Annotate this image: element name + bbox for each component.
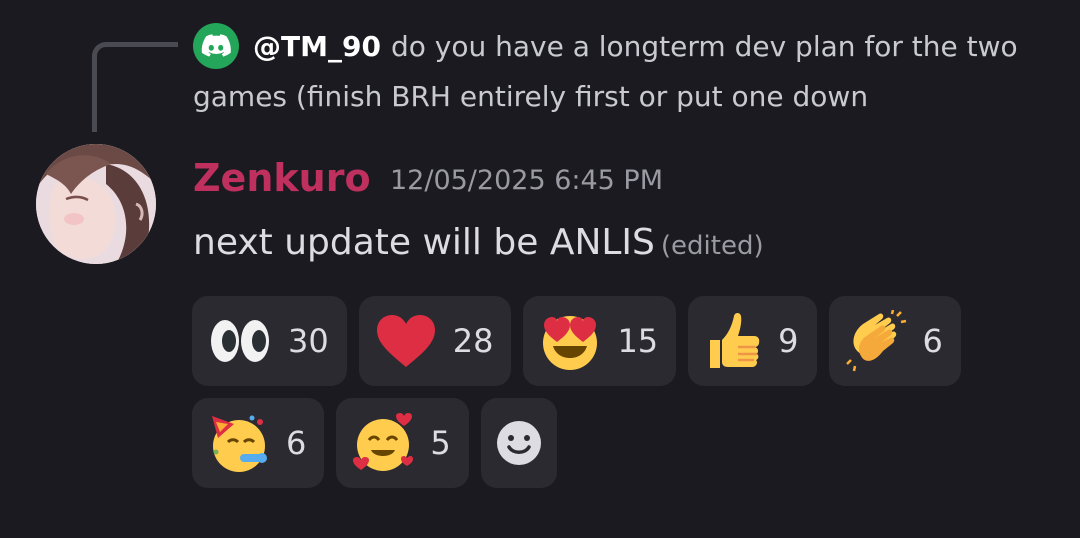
- discord-logo-icon: [201, 34, 231, 57]
- reaction-count: 6: [922, 322, 943, 360]
- add-reaction-button[interactable]: [480, 398, 557, 488]
- reaction-count: 6: [286, 424, 307, 462]
- reaction-count: 30: [288, 322, 329, 360]
- red-heart-emoji-icon: [376, 315, 435, 367]
- reaction-count: 28: [452, 322, 494, 360]
- reaction-eyes[interactable]: 30: [192, 296, 347, 386]
- message-author[interactable]: Zenkuro: [193, 152, 371, 204]
- reply-preview[interactable]: @TM_90 do you have a longterm dev plan fo…: [193, 22, 1053, 122]
- message-content: next update will be ANLIS (edited): [193, 216, 764, 273]
- reply-avatar[interactable]: [193, 23, 239, 69]
- reaction-bar: 30 28 15 9 6 6 5: [192, 296, 1012, 488]
- reaction-red-heart[interactable]: 28: [358, 296, 512, 386]
- reaction-count: 5: [430, 424, 451, 462]
- eyes-emoji-icon: [211, 320, 269, 362]
- add-reaction-smiley-icon: [496, 421, 541, 465]
- reaction-count: 9: [778, 322, 799, 360]
- reply-connector: [92, 42, 178, 132]
- clapping-hands-emoji-icon: [845, 310, 906, 372]
- reaction-clapping-hands[interactable]: 6: [828, 296, 961, 386]
- partying-face-emoji-icon: [212, 415, 267, 472]
- reaction-partying-face[interactable]: 6: [192, 398, 325, 488]
- reaction-smiling-face-with-hearts[interactable]: 5: [336, 398, 469, 488]
- reply-author[interactable]: @TM_90: [253, 30, 381, 63]
- thumbs-up-emoji-icon: [710, 313, 760, 368]
- reaction-count: 15: [617, 322, 659, 360]
- edited-label: (edited): [660, 231, 764, 261]
- heart-eyes-emoji-icon: [543, 316, 598, 370]
- message-text: next update will be ANLIS: [193, 222, 655, 263]
- message-timestamp: 12/05/2025 6:45 PM: [390, 165, 663, 196]
- reaction-heart-eyes[interactable]: 15: [523, 296, 677, 386]
- avatar-portrait-image: [36, 144, 156, 264]
- reaction-thumbs-up[interactable]: 9: [688, 296, 817, 386]
- author-avatar[interactable]: [36, 144, 156, 264]
- smiling-face-with-hearts-emoji-icon: [353, 413, 414, 471]
